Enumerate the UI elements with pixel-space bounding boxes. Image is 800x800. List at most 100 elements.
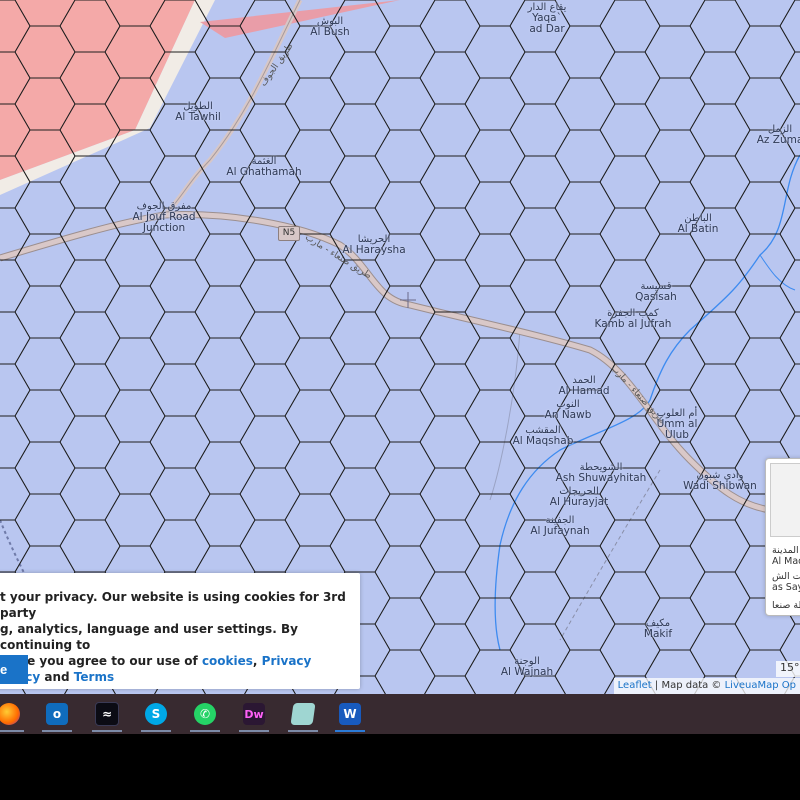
hex-cell[interactable]: [464, 25, 526, 79]
hex-cell[interactable]: [464, 233, 526, 287]
hex-cell[interactable]: [329, 311, 391, 365]
hex-cell[interactable]: [194, 337, 256, 391]
hex-cell[interactable]: [374, 389, 436, 443]
hex-cell[interactable]: [329, 415, 391, 469]
leaflet-link[interactable]: Leaflet: [618, 680, 652, 691]
taskbar-whatsapp[interactable]: ✆: [184, 694, 226, 734]
hex-cell[interactable]: [329, 51, 391, 105]
hex-cell[interactable]: [419, 0, 481, 53]
hex-cell[interactable]: [644, 337, 706, 391]
hex-cell[interactable]: [149, 311, 211, 365]
hex-cell[interactable]: [0, 415, 31, 469]
hex-cell[interactable]: [374, 597, 436, 651]
hex-cell[interactable]: [419, 103, 481, 157]
place-label-yaqa-ad-dar[interactable]: يقاع الدار Yaqa` ad Dar: [525, 2, 569, 35]
hex-cell[interactable]: [644, 0, 706, 27]
hex-cell[interactable]: [419, 207, 481, 261]
cookies-link[interactable]: cookies: [202, 654, 253, 668]
hex-cell[interactable]: [329, 155, 391, 209]
hex-cell[interactable]: [644, 545, 706, 599]
hex-cell[interactable]: [464, 337, 526, 391]
hex-cell[interactable]: [374, 493, 436, 547]
hex-cell[interactable]: [689, 51, 751, 105]
hex-cell[interactable]: [0, 259, 31, 313]
hex-cell[interactable]: [644, 25, 706, 79]
taskbar-skype[interactable]: S: [135, 694, 177, 734]
hex-cell[interactable]: [734, 285, 796, 339]
hex-cell[interactable]: [734, 0, 796, 27]
hex-cell[interactable]: [14, 441, 76, 495]
hex-cell[interactable]: [644, 129, 706, 183]
hex-cell[interactable]: [194, 285, 256, 339]
map-view[interactable]: N5 طريق صنعاء - مارب طريق صنعاء - مارب ط…: [0, 0, 800, 694]
hex-cell[interactable]: [689, 623, 751, 677]
place-label-al-jouf-road-junction[interactable]: مفرق الجوف Al Jouf Road Junction: [132, 201, 196, 234]
hex-cell[interactable]: [689, 519, 751, 573]
hex-cell[interactable]: [329, 519, 391, 573]
hex-cell[interactable]: [329, 363, 391, 417]
hex-cell[interactable]: [464, 181, 526, 235]
hex-cell[interactable]: [374, 649, 436, 694]
hex-cell[interactable]: [419, 519, 481, 573]
hex-cell[interactable]: [149, 467, 211, 521]
hex-cell[interactable]: [284, 493, 346, 547]
hex-cell[interactable]: [284, 389, 346, 443]
hex-cell[interactable]: [14, 493, 76, 547]
place-label-al-wajnah[interactable]: الوجنة Al Wajnah: [501, 656, 553, 678]
hex-cell[interactable]: [599, 51, 661, 105]
hex-cell[interactable]: [554, 545, 616, 599]
hex-cell[interactable]: [374, 337, 436, 391]
hex-cell[interactable]: [599, 415, 661, 469]
hex-cell[interactable]: [239, 363, 301, 417]
hex-cell[interactable]: [194, 233, 256, 287]
hex-cell[interactable]: [194, 493, 256, 547]
hex-cell[interactable]: [104, 337, 166, 391]
hex-cell[interactable]: [104, 493, 166, 547]
hex-cell[interactable]: [239, 415, 301, 469]
hex-cell[interactable]: [374, 0, 436, 27]
hex-cell[interactable]: [329, 467, 391, 521]
place-label-al-bush[interactable]: البوش Al Bush: [310, 16, 349, 38]
place-label-al-hamad[interactable]: الحمد Al Hamad: [558, 375, 609, 397]
hex-cell[interactable]: [554, 129, 616, 183]
hex-cell[interactable]: [599, 0, 661, 53]
hex-cell[interactable]: [689, 0, 751, 53]
hex-cell[interactable]: [419, 155, 481, 209]
hex-cell[interactable]: [689, 155, 751, 209]
hex-cell[interactable]: [509, 207, 571, 261]
hex-cell[interactable]: [689, 571, 751, 625]
taskbar-notepad[interactable]: [282, 694, 324, 734]
hex-cell[interactable]: [59, 259, 121, 313]
location-info-panel[interactable]: المدينة Al Mad بيت الش as Say طة صنعا: [765, 458, 800, 616]
hex-cell[interactable]: [419, 363, 481, 417]
place-label-az-zuma[interactable]: الزمل Az Zuma: [757, 124, 800, 146]
hex-cell[interactable]: [644, 493, 706, 547]
hex-cell[interactable]: [149, 519, 211, 573]
place-label-al-ghathamah[interactable]: الغثمة Al Ghathamah: [226, 156, 301, 178]
hex-cell[interactable]: [149, 415, 211, 469]
place-label-al-hurayjat[interactable]: الحريجات Al Hurayjat: [550, 486, 608, 508]
hex-cell[interactable]: [14, 337, 76, 391]
place-label-makif[interactable]: مكيف Makif: [644, 618, 672, 640]
hex-cell[interactable]: [0, 311, 31, 365]
hex-cell[interactable]: [644, 233, 706, 287]
hex-cell[interactable]: [779, 51, 800, 105]
hex-cell[interactable]: [14, 181, 76, 235]
hex-cell[interactable]: [599, 571, 661, 625]
hex-cell[interactable]: [374, 545, 436, 599]
hex-cell[interactable]: [464, 441, 526, 495]
place-label-al-tawhil[interactable]: الطويل Al Tawhil: [175, 101, 221, 123]
hex-cell[interactable]: [689, 311, 751, 365]
hex-cell[interactable]: [194, 389, 256, 443]
hex-cell[interactable]: [149, 259, 211, 313]
place-label-al-haraysha[interactable]: الحريشا Al Haraysha: [342, 234, 405, 256]
hex-cell[interactable]: [464, 493, 526, 547]
hex-cell[interactable]: [14, 285, 76, 339]
hex-cell[interactable]: [374, 25, 436, 79]
hex-cell[interactable]: [599, 103, 661, 157]
hex-cell[interactable]: [779, 311, 800, 365]
hex-cell[interactable]: [419, 623, 481, 677]
hex-cell[interactable]: [239, 311, 301, 365]
hex-cell[interactable]: [599, 207, 661, 261]
hex-cell[interactable]: [284, 77, 346, 131]
